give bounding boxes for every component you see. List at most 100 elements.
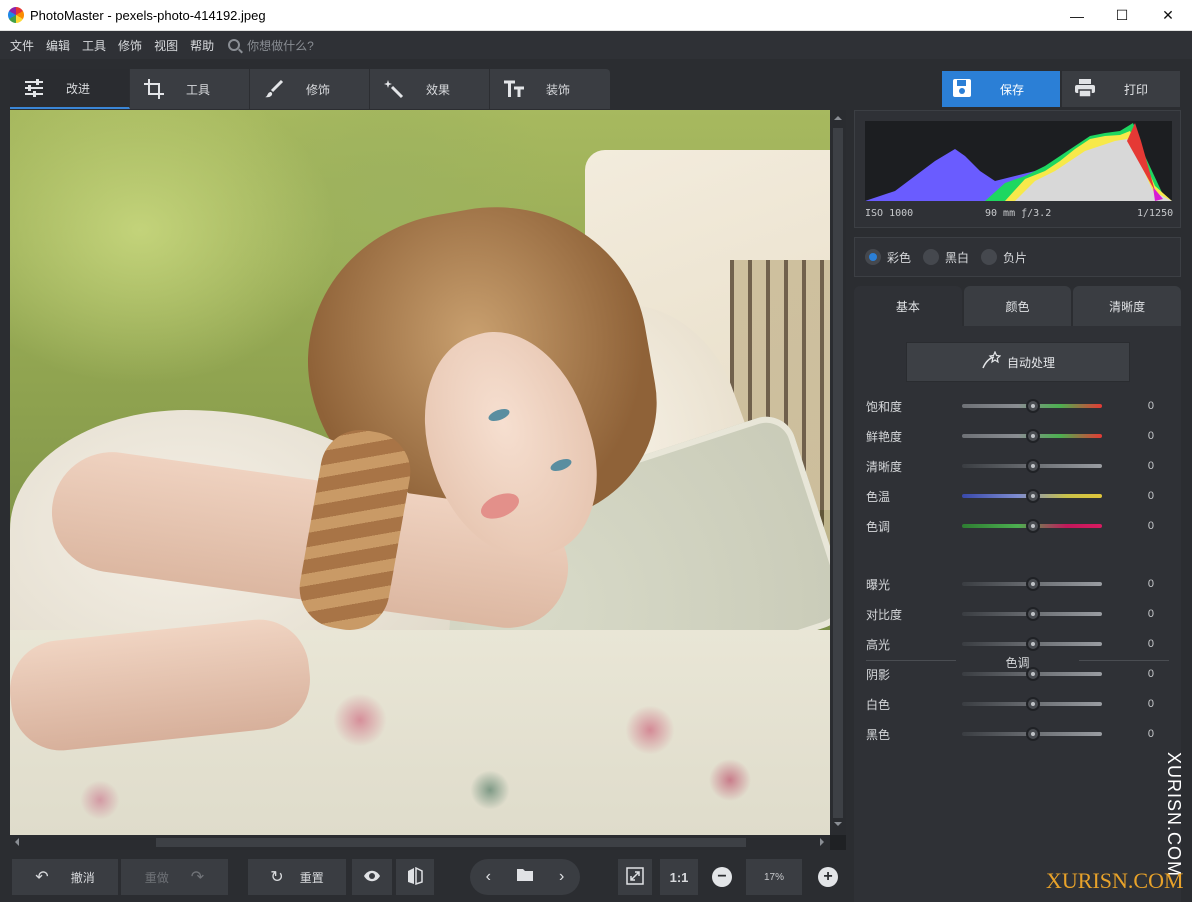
minimize-button[interactable]: — (1054, 0, 1100, 31)
slider-knob[interactable] (1026, 697, 1040, 711)
slider-track[interactable] (962, 607, 1102, 621)
actual-size-button[interactable]: 1:1 (660, 859, 698, 895)
tab-clarity[interactable]: 清晰度 (1073, 286, 1182, 326)
navigation-pill: ‹ › (470, 859, 580, 895)
slider-row: 对比度 0 (866, 604, 1166, 624)
slider-knob[interactable] (1026, 667, 1040, 681)
tab-effects[interactable]: 效果 (370, 69, 490, 109)
slider-knob[interactable] (1026, 399, 1040, 413)
slider-knob[interactable] (1026, 727, 1040, 741)
tab-enhance[interactable]: 改进 (10, 69, 130, 109)
zoom-out-icon[interactable]: − (712, 867, 732, 887)
previous-image-icon[interactable]: ‹ (470, 868, 506, 886)
tab-tools[interactable]: 工具 (130, 69, 250, 109)
menu-bar: 文件 编辑 工具 修饰 视图 帮助 你想做什么? (0, 31, 1192, 59)
radio-dot[interactable] (865, 249, 881, 265)
window-title: PhotoMaster - pexels-photo-414192.jpeg (30, 7, 266, 23)
scroll-down-arrow-icon[interactable] (834, 822, 842, 830)
slider-track[interactable] (962, 667, 1102, 681)
compare-icon (407, 866, 423, 888)
horizontal-scroll-thumb[interactable] (156, 838, 746, 847)
zoom-level[interactable]: 17% (746, 859, 802, 895)
slider-row: 色温 0 (866, 486, 1166, 506)
slider-value: 0 (1147, 638, 1154, 650)
search-box[interactable]: 你想做什么? (228, 37, 314, 54)
menu-view[interactable]: 视图 (154, 37, 178, 54)
radio-label: 彩色 (887, 250, 912, 265)
fit-screen-button[interactable] (618, 859, 652, 895)
radio-dot[interactable] (923, 249, 940, 265)
compare-button[interactable] (396, 859, 434, 895)
exif-shutter: 1/1250 (1137, 208, 1174, 219)
menu-edit[interactable]: 编辑 (46, 37, 70, 54)
slider-track[interactable] (962, 697, 1102, 711)
print-button[interactable]: 打印 (1062, 71, 1180, 107)
slider-track[interactable] (962, 429, 1102, 443)
next-image-icon[interactable]: › (544, 868, 580, 886)
tab-basic[interactable]: 基本 (854, 286, 962, 326)
horizontal-scrollbar[interactable] (10, 835, 830, 850)
maximize-button[interactable]: ☐ (1099, 0, 1145, 31)
slider-knob[interactable] (1026, 637, 1040, 651)
slider-label: 清晰度 (866, 459, 903, 474)
menu-file[interactable]: 文件 (10, 37, 34, 54)
search-placeholder[interactable]: 你想做什么? (247, 37, 314, 54)
slider-track[interactable] (962, 727, 1102, 741)
watermark-vertical: XURISN.COM (1164, 752, 1184, 878)
photo-image[interactable] (10, 110, 830, 835)
histogram-graph (865, 123, 1172, 201)
slider-track[interactable] (962, 459, 1102, 473)
tab-retouch[interactable]: 修饰 (250, 69, 370, 109)
vertical-scrollbar[interactable] (830, 110, 846, 835)
auto-correct-label: 自动处理 (1006, 355, 1055, 370)
reset-label: 重置 (299, 870, 324, 885)
slider-label: 色调 (866, 519, 891, 534)
preview-button[interactable] (352, 859, 392, 895)
menu-tools[interactable]: 工具 (82, 37, 106, 54)
slider-track[interactable] (962, 489, 1102, 503)
undo-button[interactable]: ↶ 撤消 (12, 859, 118, 895)
radio-black-white[interactable]: 黑白 (923, 249, 969, 266)
slider-track[interactable] (962, 399, 1102, 413)
radio-color[interactable]: 彩色 (865, 249, 911, 266)
bottom-toolbar: ↶ 撤消 重做 ↷ ↻ 重置 ‹ › 1:1 − 17% + (0, 852, 846, 902)
menu-help[interactable]: 帮助 (190, 37, 214, 54)
slider-knob[interactable] (1026, 607, 1040, 621)
tab-decorate[interactable]: 装饰 (490, 69, 610, 109)
zoom-in-icon[interactable]: + (818, 867, 838, 887)
slider-knob[interactable] (1026, 519, 1040, 533)
tab-color[interactable]: 颜色 (963, 286, 1072, 326)
slider-track[interactable] (962, 519, 1102, 533)
slider-track[interactable] (962, 637, 1102, 651)
vertical-scroll-thumb[interactable] (833, 128, 843, 818)
slider-row: 鲜艳度 0 (866, 426, 1166, 446)
slider-label: 阴影 (866, 667, 891, 682)
open-folder-icon[interactable] (507, 868, 543, 886)
slider-value: 0 (1147, 578, 1154, 590)
radio-negative[interactable]: 负片 (981, 249, 1027, 266)
save-button[interactable]: 保存 (942, 71, 1060, 107)
slider-track[interactable] (962, 577, 1102, 591)
menu-retouch[interactable]: 修饰 (118, 37, 142, 54)
slider-knob[interactable] (1026, 577, 1040, 591)
slider-value: 0 (1147, 668, 1154, 680)
scroll-up-arrow-icon[interactable] (834, 112, 842, 120)
reset-button[interactable]: ↻ 重置 (248, 859, 346, 895)
slider-knob[interactable] (1026, 459, 1040, 473)
exif-lens: 90 mm ƒ/3.2 (985, 208, 1052, 219)
slider-knob[interactable] (1026, 429, 1040, 443)
radio-dot[interactable] (981, 249, 998, 265)
slider-knob[interactable] (1026, 489, 1040, 503)
scroll-right-arrow-icon[interactable] (820, 838, 828, 846)
auto-correct-button[interactable]: 自动处理 (906, 342, 1130, 382)
close-button[interactable]: ✕ (1145, 0, 1191, 31)
slider-value: 0 (1147, 400, 1154, 412)
scroll-left-arrow-icon[interactable] (11, 838, 19, 846)
slider-row: 色调 0 (866, 516, 1166, 536)
slider-value: 0 (1147, 490, 1154, 502)
slider-row: 高光 0 (866, 634, 1166, 654)
redo-button[interactable]: 重做 ↷ (121, 859, 228, 895)
slider-label: 白色 (866, 697, 891, 712)
tab-label: 装饰 (546, 82, 571, 97)
photo-canvas[interactable] (10, 110, 846, 850)
